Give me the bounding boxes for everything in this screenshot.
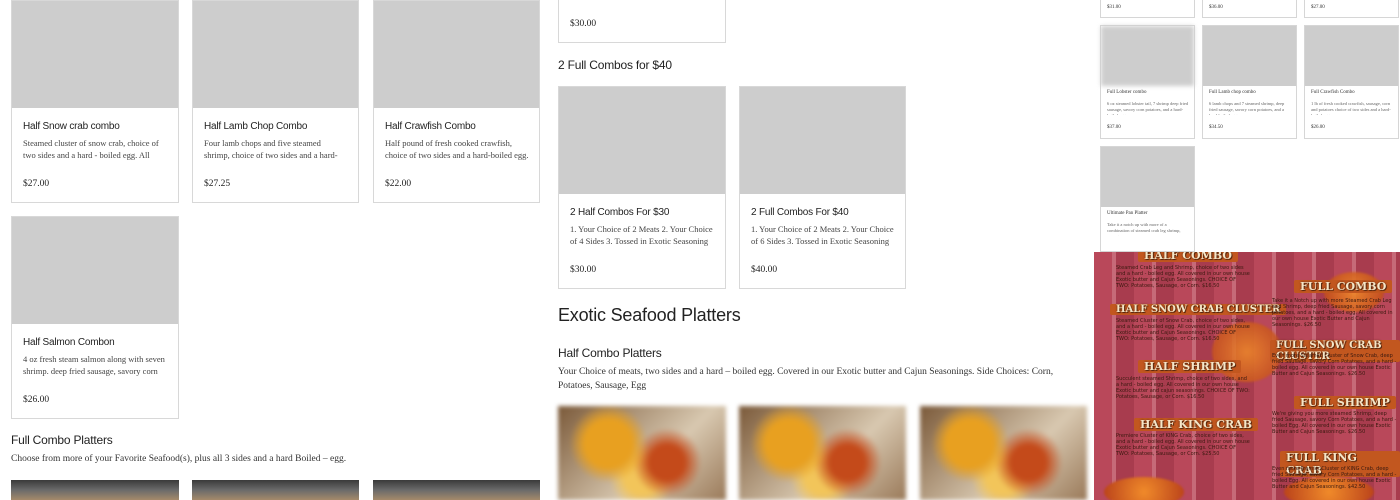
menu-item-title: Half Salmon Combon xyxy=(23,337,115,348)
menu-card-half-lamb-chop[interactable]: Half Lamb Chop Combo Four lamb chops and… xyxy=(192,0,359,203)
mini-item-title: Ultimate Pan Platter xyxy=(1107,211,1148,216)
mini-card-full-lobster[interactable]: Full Lobster combo 6 oz steamed lobster … xyxy=(1100,25,1195,139)
menu-item-price: $27.00 xyxy=(23,179,50,189)
poster-text: Premiere Cluster of KING Crab, choice of… xyxy=(1116,433,1250,457)
food-photo xyxy=(192,480,359,500)
menu-item-price: $26.00 xyxy=(23,395,50,405)
poster-heading: FULL SHRIMP xyxy=(1294,396,1396,409)
mini-item-price: $36.00 xyxy=(1209,5,1223,10)
mini-card-top-2[interactable]: $36.00 xyxy=(1202,0,1297,18)
mini-item-price: $27.00 xyxy=(1311,5,1325,10)
menu-item-description: Half pound of fresh cooked crawfish, cho… xyxy=(385,138,529,160)
mini-item-price: $34.50 xyxy=(1209,125,1223,130)
menu-poster-image: HALF COMBO Steamed Crab Leg and Shrimp, … xyxy=(1094,252,1400,500)
poster-text: Even more Premier Cluster of KING Crab, … xyxy=(1272,466,1397,490)
mini-card-full-crawfish[interactable]: Full Crawfish Combo 1 lb of fresh cooked… xyxy=(1304,25,1399,139)
food-photo xyxy=(739,406,906,500)
menu-card-2-half-combos[interactable]: 2 Half Combos For $30 1. Your Choice of … xyxy=(558,86,726,289)
menu-card-half-crawfish[interactable]: Half Crawfish Combo Half pound of fresh … xyxy=(373,0,540,203)
mini-item-title: Full Crawfish Combo xyxy=(1311,90,1355,95)
menu-item-title: Half Snow crab combo xyxy=(23,121,120,132)
poster-text: Steamed Crab Leg and Shrimp, choice of t… xyxy=(1116,265,1250,289)
menu-item-description: 1. Your Choice of 2 Meats 2. Your Choice… xyxy=(570,224,713,246)
menu-item-image-placeholder xyxy=(12,1,178,108)
full-combo-description: Choose from more of your Favorite Seafoo… xyxy=(11,454,347,464)
mini-item-description: Take it a notch up with more of a combin… xyxy=(1107,222,1181,236)
menu-item-image-placeholder xyxy=(374,1,539,108)
half-combo-description: Your Choice of meats, two sides and a ha… xyxy=(558,367,1054,391)
menu-item-title: 2 Half Combos For $30 xyxy=(570,207,670,218)
mini-card-full-lamb-chop[interactable]: Full Lamb chop combo 6 lamb chops and 7 … xyxy=(1202,25,1297,139)
mini-item-description: 6 lamb chops and 7 steamed shrimp, deep … xyxy=(1209,101,1285,115)
menu-item-description: 4 oz fresh steam salmon along with seven… xyxy=(23,354,165,376)
poster-text: Take it a Notch up with more Steamed Cra… xyxy=(1272,298,1393,328)
menu-item-description: 1. Your Choice of 2 Meats 2. Your Choice… xyxy=(751,224,894,246)
poster-text: Even more Steamed Cluster of Snow Crab, … xyxy=(1272,353,1397,377)
mini-item-image-placeholder xyxy=(1305,26,1398,86)
menu-item-description: Steamed cluster of snow crab, choice of … xyxy=(23,138,159,160)
mini-card-top-1[interactable]: $31.00 xyxy=(1100,0,1195,18)
food-photo xyxy=(558,406,726,500)
exotic-seafood-heading: Exotic Seafood Platters xyxy=(558,305,741,325)
mini-card-ultimate-pan[interactable]: Ultimate Pan Platter Take it a notch up … xyxy=(1100,146,1195,252)
full-combo-heading: Full Combo Platters xyxy=(11,433,113,447)
menu-item-image-placeholder xyxy=(12,217,178,324)
menu-card-half-snow-crab[interactable]: Half Snow crab combo Steamed cluster of … xyxy=(11,0,179,203)
menu-item-price: $40.00 xyxy=(751,265,778,275)
menu-item-image-placeholder xyxy=(740,87,905,194)
menu-item-title: Half Lamb Chop Combo xyxy=(204,121,308,132)
food-photo xyxy=(373,480,540,500)
section-heading-2-full-combos: 2 Full Combos for $40 xyxy=(558,58,672,72)
menu-item-price: $30.00 xyxy=(570,265,597,275)
mini-item-description: 6 oz steamed lobster tail, 7 shrimp deep… xyxy=(1107,101,1189,115)
food-photo xyxy=(1101,26,1194,86)
menu-item-image-placeholder xyxy=(193,1,358,108)
menu-card-2-full-combos[interactable]: 2 Full Combos For $40 1. Your Choice of … xyxy=(739,86,906,289)
poster-heading: HALF COMBO xyxy=(1138,252,1238,262)
menu-item-title: Half Crawfish Combo xyxy=(385,121,476,132)
menu-item-title: 2 Full Combos For $40 xyxy=(751,207,849,218)
mini-item-description: 1 lb of fresh cooked crawfish, sausage, … xyxy=(1311,101,1391,115)
poster-text: Steamed Cluster of Snow Crab, choice of … xyxy=(1116,318,1250,342)
poster-text: Succulent steamed Shrimp, choice of two … xyxy=(1116,376,1250,400)
poster-heading: HALF SHRIMP xyxy=(1138,360,1242,373)
mini-item-price: $37.00 xyxy=(1107,125,1121,130)
food-photo xyxy=(920,406,1087,500)
menu-item-description: Four lamb chops and five steamed shrimp,… xyxy=(204,138,338,160)
mini-item-title: Full Lamb chop combo xyxy=(1209,90,1256,95)
poster-text: We're giving you more steamed Shrimp, de… xyxy=(1272,411,1397,435)
mini-item-price: $31.00 xyxy=(1107,5,1121,10)
food-photo xyxy=(11,480,179,500)
mini-item-title: Full Lobster combo xyxy=(1107,90,1147,95)
poster-heading: HALF KING CRAB xyxy=(1134,418,1259,431)
menu-card-top-partial[interactable]: $30.00 xyxy=(558,0,726,43)
mini-item-image-placeholder xyxy=(1101,147,1194,207)
poster-heading: HALF SNOW CRAB CLUSTER xyxy=(1110,304,1287,315)
poster-heading: FULL COMBO xyxy=(1294,280,1393,293)
menu-item-image-placeholder xyxy=(559,87,725,194)
mini-item-price: $26.00 xyxy=(1311,125,1325,130)
menu-item-price: $30.00 xyxy=(570,19,597,29)
menu-item-price: $27.25 xyxy=(204,179,231,189)
menu-item-price: $22.00 xyxy=(385,179,412,189)
mini-item-image-placeholder xyxy=(1203,26,1296,86)
shrimp-graphic xyxy=(1104,477,1184,500)
mini-card-top-3[interactable]: $27.00 xyxy=(1304,0,1399,18)
menu-card-half-salmon[interactable]: Half Salmon Combon 4 oz fresh steam salm… xyxy=(11,216,179,419)
half-combo-subheading: Half Combo Platters xyxy=(558,346,662,360)
